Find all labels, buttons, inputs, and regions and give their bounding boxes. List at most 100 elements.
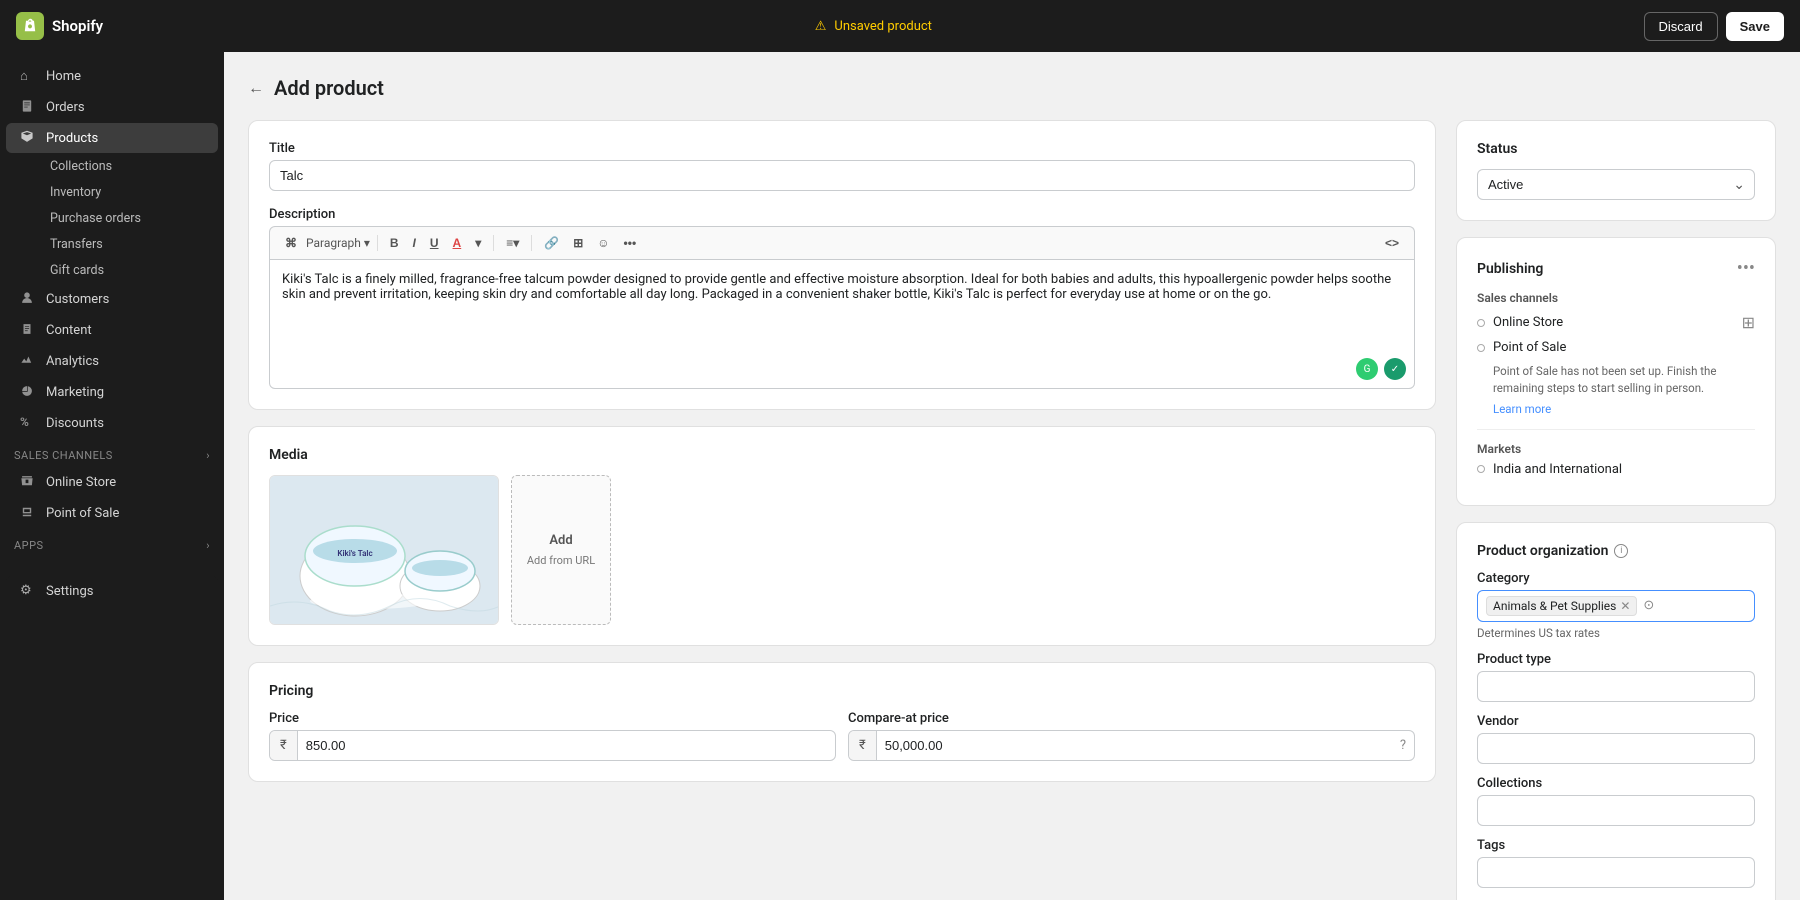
- category-input-wrapper[interactable]: Animals & Pet Supplies ✕ ⊙: [1477, 590, 1755, 622]
- media-add-button[interactable]: Add Add from URL: [511, 475, 611, 625]
- pos-note: Point of Sale has not been set up. Finis…: [1493, 363, 1755, 398]
- pos-icon: [20, 505, 36, 521]
- description-label: Description: [269, 207, 1415, 222]
- sidebar-item-orders[interactable]: Orders: [6, 92, 218, 122]
- product-org-card: Product organization i Category Animals …: [1456, 522, 1776, 900]
- product-type-input[interactable]: [1477, 671, 1755, 702]
- sidebar-item-content[interactable]: Content: [6, 315, 218, 345]
- toolbar-align[interactable]: ≡▾: [501, 233, 524, 253]
- vendor-field: Vendor: [1477, 714, 1755, 764]
- toolbar-format-btn[interactable]: ⌘: [280, 233, 302, 253]
- toolbar-more[interactable]: •••: [619, 233, 642, 253]
- add-label: Add: [549, 533, 572, 548]
- sidebar-item-marketing[interactable]: Marketing: [6, 377, 218, 407]
- media-image-preview[interactable]: Kiki's Talc: [269, 475, 499, 625]
- sidebar-item-purchase-orders[interactable]: Purchase orders: [40, 206, 218, 231]
- online-store-icon: [20, 474, 36, 490]
- sidebar-item-collections[interactable]: Collections: [40, 154, 218, 179]
- toolbar-link[interactable]: 🔗: [539, 233, 564, 253]
- toolbar-emoji[interactable]: ☺: [592, 233, 614, 253]
- pos-dot: [1477, 344, 1485, 352]
- sidebar-item-pos[interactable]: Point of Sale: [6, 498, 218, 528]
- sidebar-label-content: Content: [46, 323, 92, 338]
- toolbar-code[interactable]: <>: [1380, 233, 1404, 253]
- sidebar-item-online-store[interactable]: Online Store: [6, 467, 218, 497]
- category-clear[interactable]: ⊙: [1643, 598, 1654, 613]
- sidebar-item-discounts[interactable]: % Discounts: [6, 408, 218, 438]
- compare-price-help[interactable]: ?: [1400, 738, 1414, 753]
- shopify-bag-icon: [16, 12, 44, 40]
- status-select[interactable]: Active Draft: [1477, 169, 1755, 200]
- toolbar-paragraph[interactable]: Paragraph ▾: [306, 236, 370, 250]
- sidebar-label-home: Home: [46, 69, 81, 84]
- discard-button[interactable]: Discard: [1644, 12, 1718, 41]
- toolbar-table[interactable]: ⊞: [568, 233, 588, 253]
- learn-more-wrapper: Learn more: [1493, 402, 1755, 417]
- sidebar-item-home[interactable]: Home: [6, 61, 218, 91]
- sidebar-item-transfers[interactable]: Transfers: [40, 232, 218, 257]
- grammar-check-icon[interactable]: ✓: [1384, 358, 1406, 380]
- price-label: Price: [269, 711, 836, 726]
- sidebar-item-settings[interactable]: ⚙ Settings: [6, 576, 218, 606]
- publishing-title: Publishing: [1477, 261, 1543, 277]
- collections-field: Collections: [1477, 776, 1755, 826]
- toolbar-down-arrow[interactable]: ▾: [470, 233, 486, 253]
- publishing-card: Publishing ••• Sales channels Online Sto…: [1456, 237, 1776, 506]
- learn-more-link[interactable]: Learn more: [1493, 402, 1551, 416]
- collections-input[interactable]: [1477, 795, 1755, 826]
- toolbar-italic[interactable]: I: [408, 233, 421, 253]
- status-title: Status: [1477, 141, 1755, 157]
- online-store-settings-icon[interactable]: ⊞: [1742, 313, 1755, 332]
- svg-text:Kiki's Talc: Kiki's Talc: [337, 549, 372, 558]
- prod-org-header: Product organization i: [1477, 543, 1755, 559]
- brand-logo[interactable]: shopify: [16, 12, 103, 40]
- tags-input[interactable]: [1477, 857, 1755, 888]
- category-tag-remove[interactable]: ✕: [1620, 599, 1630, 613]
- topbar: shopify ⚠ Unsaved product Discard Save: [0, 0, 1800, 52]
- unsaved-warning: ⚠ Unsaved product: [815, 19, 932, 34]
- editor-body[interactable]: Kiki's Talc is a finely milled, fragranc…: [269, 259, 1415, 389]
- toolbar-underline[interactable]: U: [425, 233, 444, 253]
- sidebar: Home Orders Products Collections: [0, 52, 224, 900]
- sidebar-item-gift-cards[interactable]: Gift cards: [40, 258, 218, 283]
- page-title: Add product: [274, 76, 384, 100]
- sidebar-item-customers[interactable]: Customers: [6, 284, 218, 314]
- product-type-label: Product type: [1477, 652, 1755, 667]
- publishing-dots[interactable]: •••: [1737, 258, 1755, 279]
- compare-price-input[interactable]: [877, 731, 1400, 760]
- toolbar-text-color[interactable]: A: [448, 233, 467, 253]
- left-column: Title Description ⌘ Paragraph ▾ B I U A: [248, 120, 1436, 900]
- status-select-wrapper: Active Draft: [1477, 169, 1755, 200]
- sidebar-label-customers: Customers: [46, 292, 109, 307]
- markets-value: India and International: [1493, 462, 1622, 477]
- pos-channel: Point of Sale: [1477, 340, 1755, 355]
- title-input[interactable]: [269, 160, 1415, 191]
- sales-channels-chevron: ›: [206, 449, 210, 462]
- product-type-field: Product type: [1477, 652, 1755, 702]
- sales-channels-heading: Sales channels: [1477, 291, 1755, 305]
- sidebar-item-products[interactable]: Products: [6, 123, 218, 153]
- apps-section[interactable]: Apps ›: [0, 529, 224, 556]
- sales-channels-section[interactable]: Sales channels ›: [0, 439, 224, 466]
- toolbar-bold[interactable]: B: [385, 233, 404, 253]
- tax-note: Determines US tax rates: [1477, 626, 1755, 640]
- pricing-grid: Price ₹ Compare-at price ₹ ?: [269, 711, 1415, 761]
- prod-org-info-icon[interactable]: i: [1614, 544, 1628, 558]
- toolbar-sep-1: [377, 235, 378, 251]
- warning-triangle: ⚠: [815, 19, 827, 34]
- back-button[interactable]: ←: [248, 78, 264, 98]
- price-input[interactable]: [298, 731, 835, 760]
- category-field: Category Animals & Pet Supplies ✕ ⊙ Dete…: [1477, 571, 1755, 640]
- topbar-left: shopify: [16, 12, 103, 40]
- grammarly-icon[interactable]: G: [1356, 358, 1378, 380]
- sidebar-item-inventory[interactable]: Inventory: [40, 180, 218, 205]
- vendor-label: Vendor: [1477, 714, 1755, 729]
- page-header: ← Add product: [248, 76, 1776, 100]
- vendor-input[interactable]: [1477, 733, 1755, 764]
- category-tag-text: Animals & Pet Supplies: [1493, 599, 1616, 613]
- sidebar-item-analytics[interactable]: Analytics: [6, 346, 218, 376]
- home-icon: [20, 68, 36, 84]
- online-store-dot: [1477, 319, 1485, 327]
- save-button[interactable]: Save: [1726, 12, 1784, 41]
- toolbar-sep-3: [531, 235, 532, 251]
